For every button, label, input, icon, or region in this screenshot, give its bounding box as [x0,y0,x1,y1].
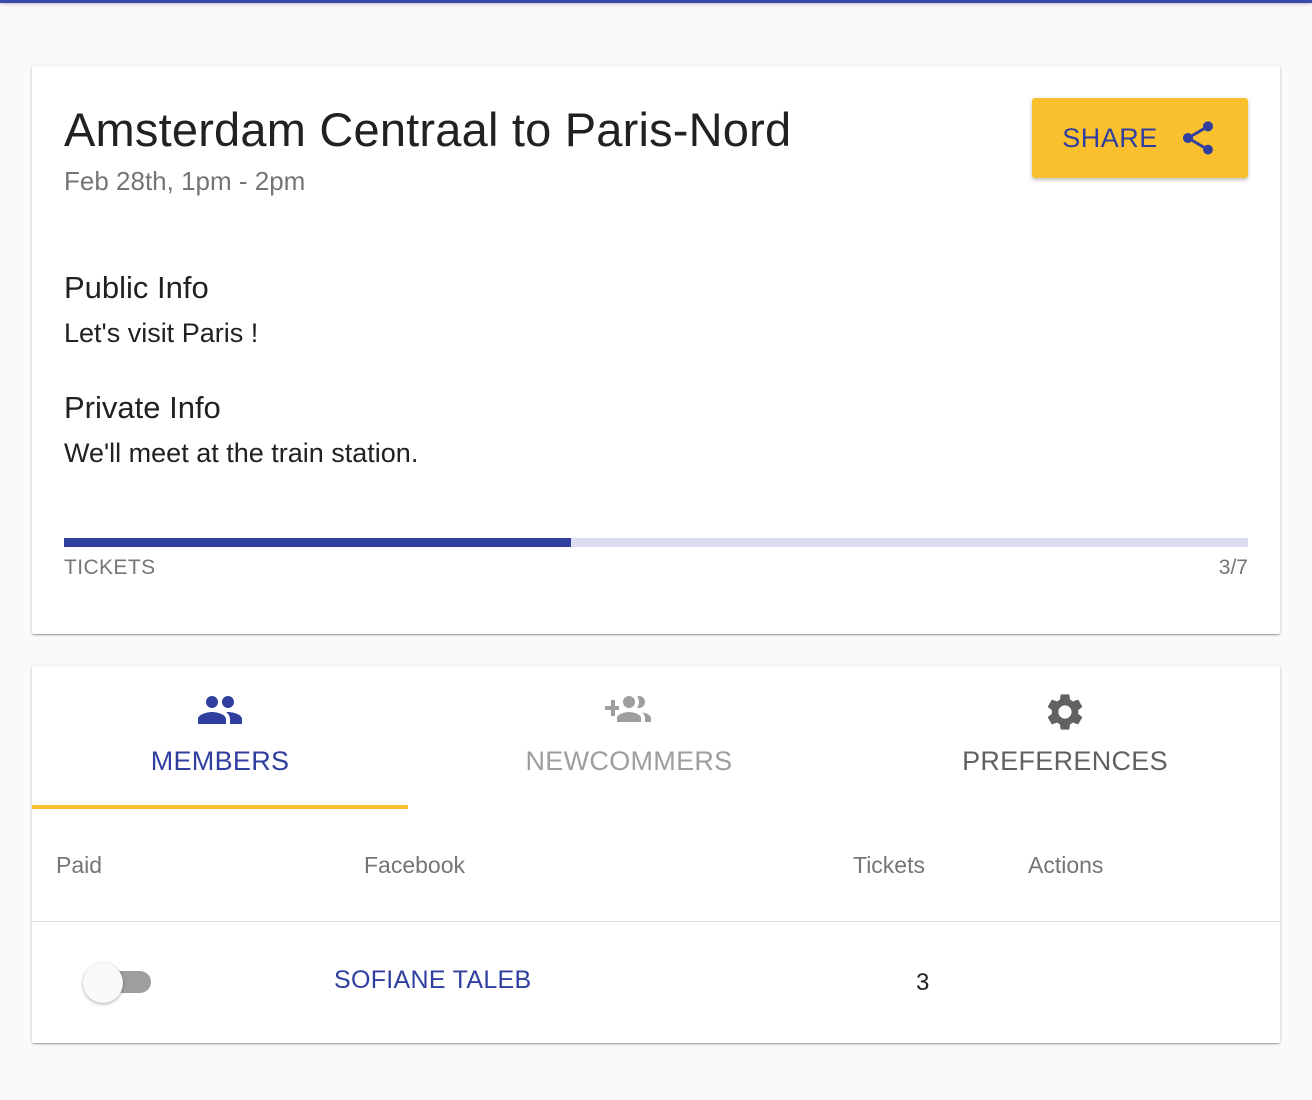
event-info-card: Amsterdam Centraal to Paris-Nord Feb 28t… [32,66,1280,634]
column-header-actions: Actions [1028,852,1104,878]
tickets-progress-fill [64,538,572,547]
tab-newcommers[interactable]: NEWCOMMERS [432,666,826,810]
share-icon [1178,116,1218,160]
top-app-bar-edge [0,0,1312,3]
paid-toggle[interactable] [83,963,153,1003]
private-info-text: We'll meet at the train station. [64,438,419,468]
public-info-text: Let's visit Paris ! [64,318,259,348]
public-info-heading: Public Info [64,270,209,305]
table-divider [32,921,1280,922]
tab-preferences[interactable]: PREFERENCES [872,666,1258,810]
paid-toggle-thumb [83,963,123,1003]
tab-bar: MEMBERS NEWCOMMERS PREFERENCES [32,666,1280,810]
tickets-progress-bar [64,538,1248,547]
group-add-icon [603,690,655,735]
member-facebook-link[interactable]: SOFIANE TALEB [334,966,531,995]
event-title: Amsterdam Centraal to Paris-Nord [64,103,792,156]
column-header-facebook: Facebook [364,852,466,878]
active-tab-indicator [32,805,408,809]
members-card: MEMBERS NEWCOMMERS PREFERENCES Paid Face… [32,666,1280,1043]
tab-members[interactable]: MEMBERS [32,666,408,810]
tab-members-label: MEMBERS [150,746,290,776]
tab-preferences-label: PREFERENCES [962,746,1168,776]
column-header-paid: Paid [56,852,103,878]
event-date: Feb 28th, 1pm - 2pm [64,166,306,196]
gear-icon [1043,690,1087,739]
column-header-tickets: Tickets [853,852,925,878]
group-icon [196,690,244,735]
tickets-count: 3/7 [1218,556,1248,579]
share-button-label: SHARE [1062,122,1158,153]
member-tickets-count: 3 [916,969,930,996]
share-button[interactable]: SHARE [1032,98,1248,178]
tab-newcommers-label: NEWCOMMERS [525,746,733,776]
tickets-label: TICKETS [64,556,156,579]
private-info-heading: Private Info [64,390,221,425]
